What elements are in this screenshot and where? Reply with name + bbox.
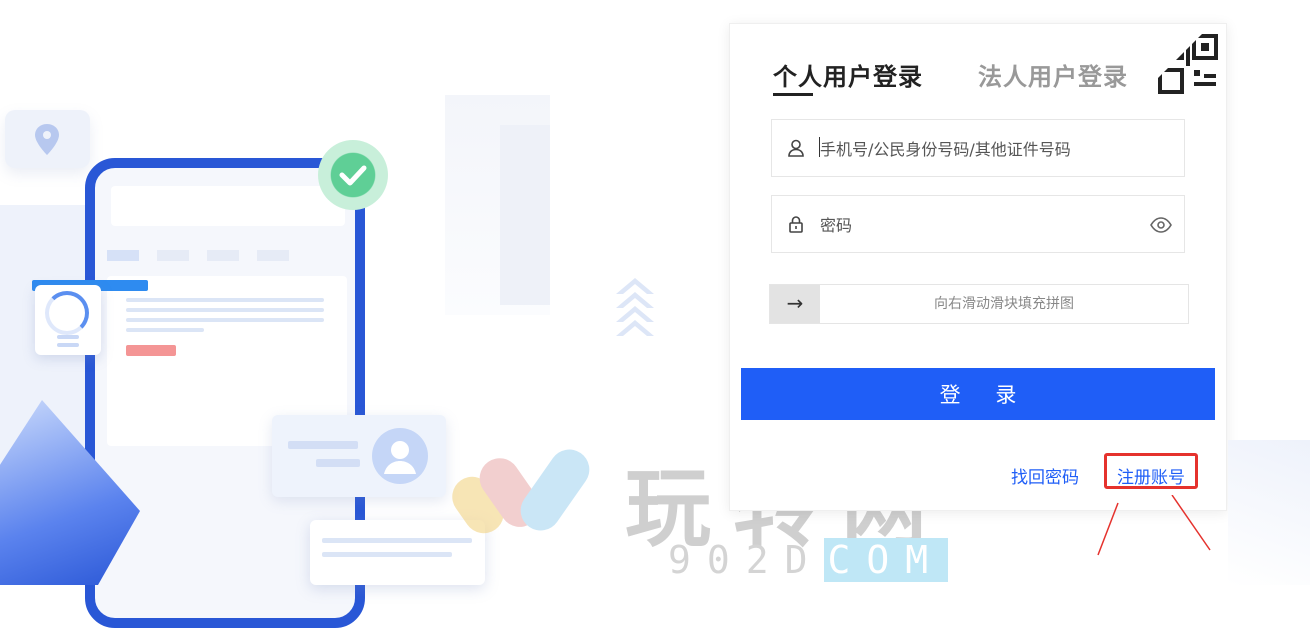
gauge-card (35, 285, 101, 355)
qr-corner-fold (1134, 24, 1212, 102)
tab-personal-login[interactable]: 个人用户登录 (773, 57, 923, 92)
watermark-sub-highlight: COM (823, 538, 949, 582)
slider-hint: 向右滑动滑块填充拼图 (934, 296, 1074, 312)
message-line (322, 552, 452, 557)
profile-line (288, 441, 358, 449)
user-icon (788, 139, 804, 157)
message-line (322, 538, 472, 543)
captcha-slider[interactable]: → 向右滑动滑块填充拼图 (769, 284, 1189, 324)
username-input[interactable] (818, 135, 1142, 163)
eye-icon[interactable] (1150, 215, 1172, 235)
phone-header (111, 186, 345, 226)
login-panel: 个人用户登录 法人用户登录 → 向右滑动滑块填充拼图 登 录 找回密码 注册账号 (729, 23, 1227, 511)
qr-login-toggle[interactable] (1134, 24, 1226, 102)
location-pin-icon (35, 124, 59, 155)
slider-handle-arrow[interactable]: → (770, 285, 820, 323)
gauge-ring-icon (45, 291, 89, 335)
watermark-logo (452, 449, 590, 534)
phone-card-line (126, 318, 324, 322)
profile-line (316, 459, 360, 467)
username-field[interactable] (771, 119, 1185, 177)
right-background-decoration (1228, 440, 1310, 585)
login-button[interactable]: 登 录 (741, 368, 1215, 420)
active-tab-underline (773, 93, 813, 96)
phone-card-red-bar (126, 345, 176, 356)
register-account-link[interactable]: 注册账号 (1117, 463, 1185, 488)
forgot-password-link[interactable]: 找回密码 (1011, 463, 1079, 488)
phone-card-line (126, 308, 324, 312)
tab-corporate-login[interactable]: 法人用户登录 (978, 57, 1128, 92)
gauge-line (57, 335, 79, 339)
watermark-subtitle: 902D COM (668, 538, 949, 582)
phone-card-line (126, 298, 324, 302)
check-badge (318, 140, 388, 210)
watermark-sub-prefix: 902D (668, 538, 824, 582)
up-chevrons-decoration (616, 278, 656, 368)
text-caret (819, 137, 820, 157)
check-icon (339, 165, 367, 186)
background-building-shade (500, 125, 550, 305)
lock-icon (789, 216, 803, 233)
phone-tabs (107, 246, 347, 261)
password-field[interactable] (771, 195, 1185, 253)
password-input[interactable] (818, 211, 1142, 239)
avatar-icon (372, 428, 428, 484)
phone-card-line (126, 328, 204, 332)
gauge-line (57, 343, 79, 347)
location-card (5, 110, 90, 168)
